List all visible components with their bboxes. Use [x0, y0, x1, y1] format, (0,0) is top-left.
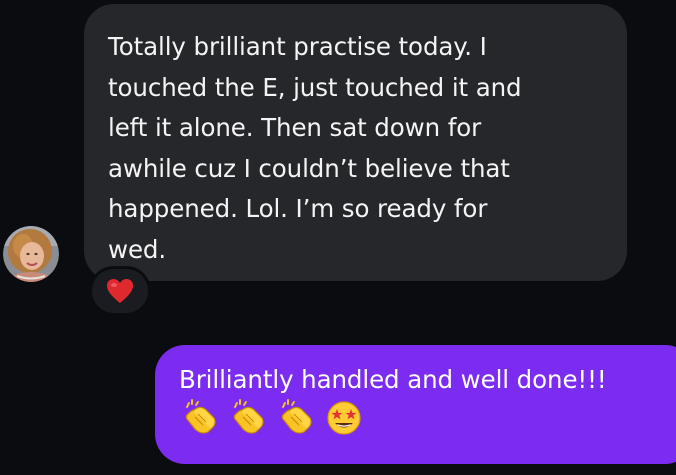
reaction-badge[interactable]	[89, 266, 151, 316]
incoming-message-text: Totally brilliant practise today. I touc…	[108, 32, 522, 264]
incoming-message-bubble[interactable]: Totally brilliant practise today. I touc…	[84, 4, 627, 281]
chat-thread: Totally brilliant practise today. I touc…	[0, 0, 676, 475]
red-heart-icon	[107, 279, 133, 303]
star-struck-face-icon	[327, 401, 361, 435]
avatar[interactable]	[3, 226, 59, 282]
outgoing-message-bubble[interactable]: Brilliantly handled and well done!!!	[155, 345, 676, 464]
emoji-row	[181, 399, 676, 435]
clapping-hands-icon	[281, 399, 312, 434]
avatar-photo	[3, 226, 59, 282]
clapping-hands-icon	[233, 399, 264, 434]
outgoing-message-text: Brilliantly handled and well done!!!	[179, 365, 607, 394]
clapping-hands-icon	[185, 399, 216, 434]
